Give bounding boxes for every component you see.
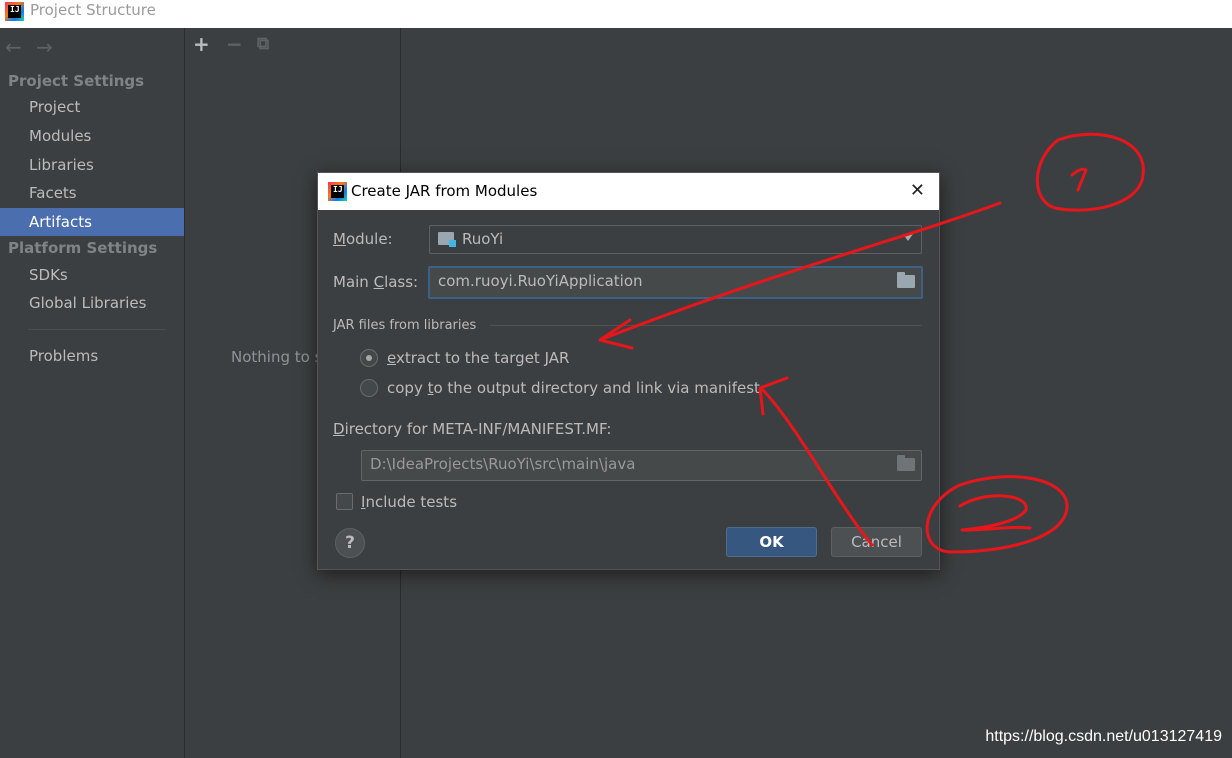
dialog-title: Create JAR from Modules (351, 182, 538, 200)
module-folder-icon (438, 232, 456, 247)
sidebar-item-artifacts[interactable]: Artifacts (0, 208, 184, 236)
back-arrow-icon[interactable]: ← (5, 35, 22, 59)
include-tests-label[interactable]: Include tests (361, 493, 457, 511)
module-dropdown[interactable]: RuoYi (429, 225, 922, 254)
empty-list-text: Nothing to s (231, 348, 323, 366)
project-settings-heading: Project Settings (8, 72, 145, 90)
sidebar-item-facets[interactable]: Facets (0, 179, 184, 207)
window-title: Project Structure (30, 1, 156, 19)
module-value: RuoYi (462, 230, 504, 248)
intellij-app-icon: IJ (5, 2, 24, 21)
close-icon[interactable]: ✕ (910, 180, 925, 201)
project-structure-sidebar: ← → Project Settings Project Modules Lib… (0, 28, 185, 758)
help-button[interactable]: ? (335, 528, 365, 558)
intellij-app-icon: IJ (328, 182, 347, 201)
watermark-url: https://blog.csdn.net/u013127419 (985, 728, 1222, 745)
sidebar-item-problems[interactable]: Problems (0, 342, 184, 370)
ok-button[interactable]: OK (726, 527, 817, 557)
main-class-label: Main Class: (333, 273, 419, 291)
include-tests-checkbox[interactable] (336, 493, 353, 510)
extract-option-label[interactable]: extract to the target JAR (387, 349, 569, 367)
browse-folder-icon[interactable] (897, 455, 915, 471)
copy-radio[interactable] (360, 379, 378, 397)
manifest-directory-value: D:\IdeaProjects\RuoYi\src\main\java (370, 455, 636, 473)
manifest-directory-label: Directory for META-INF/MANIFEST.MF: (333, 420, 612, 438)
manifest-directory-field[interactable]: D:\IdeaProjects\RuoYi\src\main\java (361, 450, 922, 481)
platform-settings-heading: Platform Settings (8, 239, 158, 257)
chevron-down-icon (903, 234, 913, 241)
window-titlebar: IJ Project Structure (0, 0, 1232, 28)
jar-files-group-title: JAR files from libraries (333, 318, 477, 333)
dialog-titlebar: IJ Create JAR from Modules ✕ (318, 173, 939, 210)
module-label: Module: (333, 230, 393, 248)
copy-option-label[interactable]: copy to the output directory and link vi… (387, 379, 760, 397)
sidebar-item-modules[interactable]: Modules (0, 122, 184, 150)
sidebar-item-libraries[interactable]: Libraries (0, 151, 184, 179)
add-icon[interactable]: + (193, 32, 210, 56)
extract-radio[interactable] (360, 349, 378, 367)
sidebar-divider (28, 329, 166, 330)
copy-icon[interactable]: ⧉ (257, 34, 269, 54)
main-class-field[interactable]: com.ruoyi.RuoYiApplication (428, 266, 923, 299)
sidebar-item-global-libraries[interactable]: Global Libraries (0, 289, 184, 317)
group-divider (490, 325, 922, 326)
cancel-button[interactable]: Cancel (831, 527, 922, 557)
forward-arrow-icon[interactable]: → (36, 35, 53, 59)
browse-folder-icon[interactable] (897, 272, 915, 288)
main-class-value: com.ruoyi.RuoYiApplication (438, 272, 643, 290)
sidebar-item-project[interactable]: Project (0, 93, 184, 121)
create-jar-dialog: IJ Create JAR from Modules ✕ Module: Ruo… (317, 172, 940, 570)
sidebar-item-sdks[interactable]: SDKs (0, 261, 184, 289)
remove-icon[interactable]: − (226, 32, 243, 56)
